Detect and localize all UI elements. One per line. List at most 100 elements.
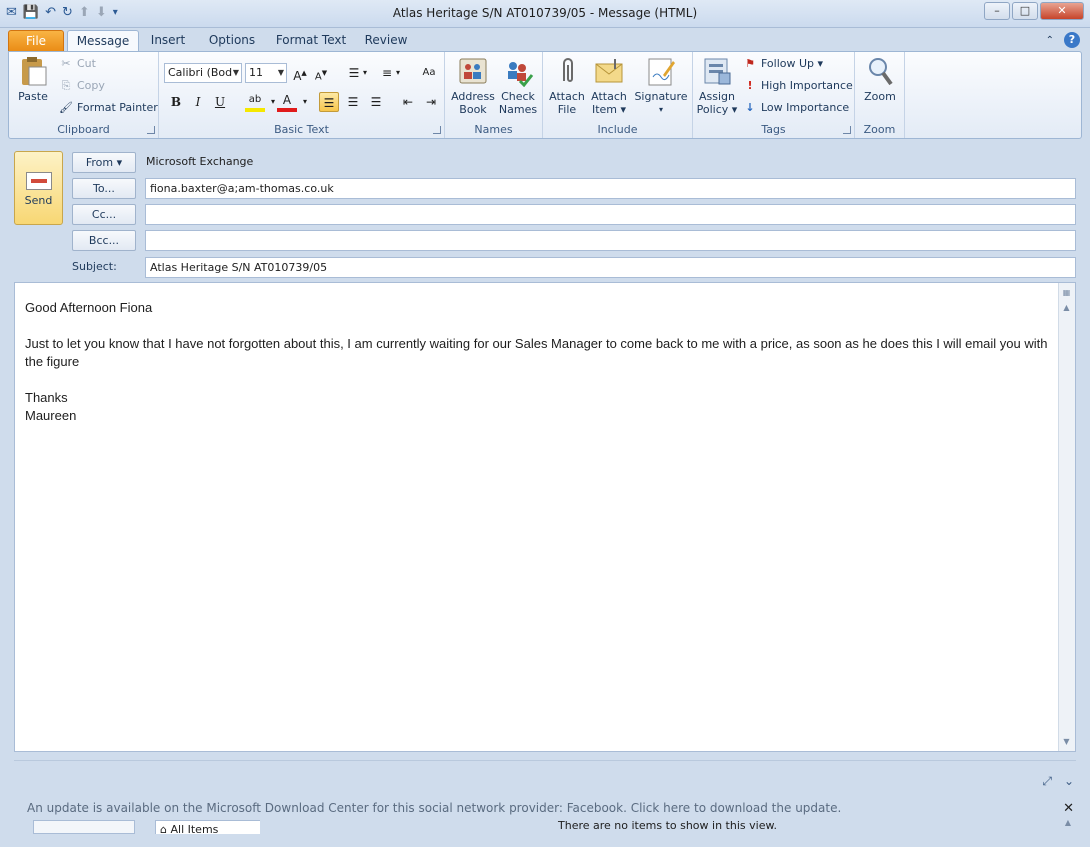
font-color-icon[interactable]: A — [277, 92, 297, 112]
group-label-clipboard: Clipboard — [57, 123, 110, 136]
message-body-text[interactable]: Good Afternoon Fiona Just to let you kno… — [25, 299, 1055, 425]
tab-options[interactable]: Options — [205, 30, 259, 52]
group-basic-text: Calibri (Bod ▼ 11 ▼ A▲ A▼ ☰ ▾ ≡ ▾ Aa B I U… — [159, 52, 445, 138]
exclamation-icon: ! — [747, 79, 753, 92]
send-button[interactable]: Send — [14, 151, 63, 225]
group-label-zoom: Zoom — [863, 123, 896, 136]
from-button[interactable]: From ▾ — [72, 152, 136, 173]
minimize-button[interactable]: – — [984, 2, 1010, 20]
increase-indent-icon[interactable]: ⇥ — [421, 92, 441, 112]
copy-icon: ⎘ — [61, 79, 71, 92]
assign-policy-button[interactable]: Assign Policy ▾ — [695, 55, 739, 116]
group-label-include: Include — [597, 123, 638, 136]
bold-icon[interactable]: B — [166, 92, 186, 112]
font-size-combo[interactable]: 11 ▼ — [245, 63, 287, 83]
scroll-down-icon[interactable]: ▼ — [1059, 734, 1074, 749]
shrink-font-icon[interactable]: A▼ — [311, 63, 331, 83]
attach-item-button[interactable]: Attach Item ▾ — [591, 55, 627, 116]
font-name-combo[interactable]: Calibri (Bod ▼ — [164, 63, 242, 83]
basic-text-launcher-icon[interactable] — [433, 126, 441, 134]
attach-file-button[interactable]: Attach File — [549, 55, 585, 116]
to-button[interactable]: To... — [72, 178, 136, 199]
magnifier-icon — [864, 55, 896, 87]
body-closing: Thanks — [25, 390, 68, 405]
tab-review[interactable]: Review — [362, 30, 410, 52]
group-names: Address Book Check Names Names — [445, 52, 543, 138]
group-include: Attach File Attach Item ▾ Signature ▾ In… — [543, 52, 693, 138]
to-field[interactable]: fiona.baxter@a;am-thomas.co.uk — [145, 178, 1076, 199]
decrease-indent-icon[interactable]: ⇤ — [398, 92, 418, 112]
tab-file[interactable]: File — [8, 30, 64, 52]
cc-field[interactable] — [145, 204, 1076, 225]
cc-button[interactable]: Cc... — [72, 204, 136, 225]
close-notice-icon[interactable]: ✕ — [1063, 801, 1074, 816]
paintbrush-icon: 🖌 — [59, 101, 73, 114]
people-pane-divider[interactable] — [14, 760, 1076, 761]
underline-icon[interactable]: U — [210, 92, 230, 112]
clipboard-launcher-icon[interactable] — [147, 126, 155, 134]
all-items-tab[interactable]: ⌂ All Items — [155, 820, 260, 834]
maximize-button[interactable]: □ — [1012, 2, 1038, 20]
people-pane-photo — [33, 820, 135, 834]
bullets-dropdown-icon[interactable]: ▾ — [355, 63, 375, 83]
signature-icon — [645, 55, 677, 87]
collapse-icon[interactable]: ⌄ — [1064, 774, 1074, 789]
copy-button[interactable]: ⎘ Copy — [59, 78, 105, 94]
align-left-icon[interactable]: ☰ — [319, 92, 339, 112]
align-right-icon[interactable]: ☰ — [366, 92, 386, 112]
group-tags: Assign Policy ▾ ⚑ Follow Up ▾ ! High Imp… — [693, 52, 855, 138]
numbering-dropdown-icon[interactable]: ▾ — [388, 63, 408, 83]
message-body[interactable]: Good Afternoon Fiona Just to let you kno… — [14, 282, 1076, 752]
italic-icon[interactable]: I — [188, 92, 208, 112]
close-button[interactable]: ✕ — [1040, 2, 1084, 20]
ribbon: Paste ✂ Cut ⎘ Copy 🖌 Format Painter Clip… — [8, 51, 1082, 139]
subject-field[interactable]: Atlas Heritage S/N AT010739/05 — [145, 257, 1076, 278]
zoom-button[interactable]: Zoom — [859, 55, 901, 103]
address-book-icon — [457, 55, 489, 87]
window-title: Atlas Heritage S/N AT010739/05 - Message… — [392, 6, 698, 20]
group-label-names: Names — [474, 123, 513, 136]
group-label-basic-text: Basic Text — [274, 123, 329, 136]
expand-icon[interactable]: ⤢ — [1042, 774, 1052, 789]
body-scrollbar[interactable]: ▦ ▲ ▼ — [1058, 283, 1075, 751]
align-center-icon[interactable]: ☰ — [343, 92, 363, 112]
tab-insert[interactable]: Insert — [145, 30, 191, 52]
flag-icon: ⚑ — [745, 57, 755, 70]
cut-button[interactable]: ✂ Cut — [59, 56, 96, 72]
paste-button[interactable]: Paste — [13, 55, 53, 103]
people-pane-scroll-icon[interactable]: ▲ — [1060, 818, 1076, 834]
grow-font-icon[interactable]: A▲ — [290, 63, 310, 83]
no-items-text: There are no items to show in this view. — [558, 819, 777, 832]
bcc-field[interactable] — [145, 230, 1076, 251]
tab-format-text[interactable]: Format Text — [275, 30, 347, 52]
check-names-icon — [502, 55, 534, 88]
body-paragraph: Just to let you know that I have not for… — [25, 336, 1048, 369]
group-zoom: Zoom Zoom — [855, 52, 905, 138]
styles-icon[interactable]: Aa — [419, 63, 439, 83]
group-label-tags: Tags — [761, 123, 786, 136]
assign-policy-icon — [701, 55, 733, 87]
low-importance-button[interactable]: ↓ Low Importance — [743, 100, 849, 116]
scroll-up-icon[interactable]: ▲ — [1059, 300, 1074, 315]
follow-up-button[interactable]: ⚑ Follow Up ▾ — [743, 56, 823, 72]
signature-button[interactable]: Signature ▾ — [633, 55, 689, 116]
tab-message[interactable]: Message — [67, 30, 139, 52]
font-color-dropdown-icon[interactable]: ▾ — [295, 92, 315, 112]
check-names-button[interactable]: Check Names — [497, 55, 539, 116]
update-notice[interactable]: An update is available on the Microsoft … — [27, 801, 841, 815]
format-painter-button[interactable]: 🖌 Format Painter — [59, 100, 158, 116]
tags-launcher-icon[interactable] — [843, 126, 851, 134]
title-bar: ✉ 💾 ↶ ↻ ⬆ ⬇ ▾ Atlas Heritage S/N AT01073… — [0, 0, 1090, 28]
paste-icon — [17, 55, 49, 87]
minimize-ribbon-icon[interactable]: ⌃ — [1046, 35, 1054, 46]
window-controls: – □ ✕ — [984, 2, 1084, 20]
highlight-icon[interactable]: ab — [245, 92, 265, 112]
bcc-button[interactable]: Bcc... — [72, 230, 136, 251]
scissors-icon: ✂ — [61, 57, 71, 70]
address-book-button[interactable]: Address Book — [449, 55, 497, 116]
subject-label: Subject: — [72, 260, 117, 273]
help-icon[interactable]: ? — [1064, 32, 1080, 48]
ruler-icon[interactable]: ▦ — [1059, 285, 1074, 300]
from-value: Microsoft Exchange — [146, 155, 254, 168]
high-importance-button[interactable]: ! High Importance — [743, 78, 852, 94]
